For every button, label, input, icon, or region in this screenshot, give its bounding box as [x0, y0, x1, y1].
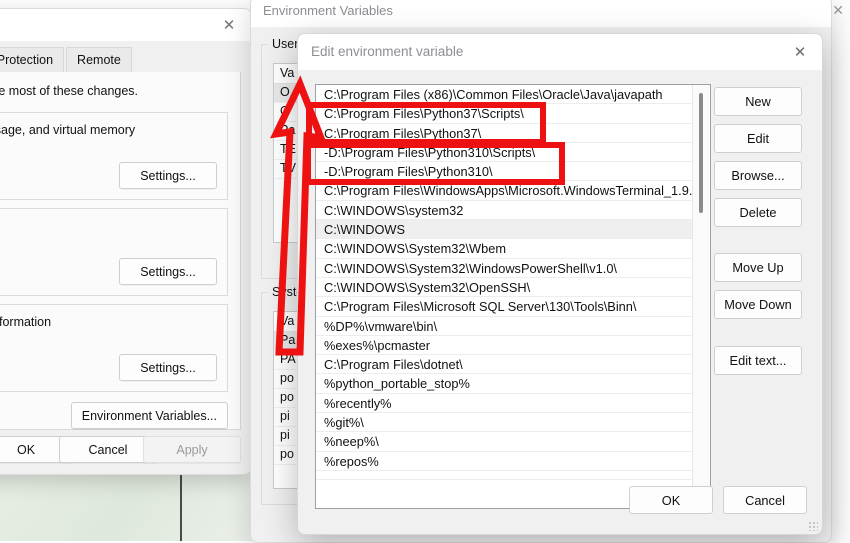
- edit-dialog-titlebar: Edit environment variable ✕: [298, 34, 822, 70]
- list-scrollbar[interactable]: [692, 85, 710, 508]
- close-icon[interactable]: ✕: [207, 9, 251, 41]
- apply-label: Apply: [176, 442, 208, 457]
- new-button[interactable]: New: [714, 87, 802, 116]
- startup-recovery-settings-label: Settings...: [140, 360, 196, 375]
- list-item[interactable]: -D:\Program Files\Python310\Scripts\: [316, 143, 710, 163]
- system-properties-window: ✕ Advanced System Protection Remote n Ad…: [0, 8, 252, 475]
- move-up-label: Move Up: [732, 260, 784, 275]
- tab-remote[interactable]: Remote: [66, 47, 132, 73]
- performance-description: heduling, memory usage, and virtual memo…: [0, 123, 136, 137]
- list-item[interactable]: C:\WINDOWS\system32: [316, 201, 710, 221]
- close-icon[interactable]: ✕: [778, 34, 822, 70]
- delete-button[interactable]: Delete: [714, 198, 802, 227]
- edit-text-button[interactable]: Edit text...: [714, 346, 802, 375]
- edit-dialog-title: Edit environment variable: [311, 44, 464, 59]
- move-down-label: Move Down: [724, 297, 792, 312]
- startup-recovery-description: re, and debugging information: [0, 315, 52, 329]
- list-item[interactable]: C:\Program Files\WindowsApps\Microsoft.W…: [316, 181, 710, 201]
- apply-button: Apply: [143, 436, 241, 463]
- browse-label: Browse...: [731, 168, 785, 183]
- list-item[interactable]: %recently%: [316, 394, 710, 414]
- list-item[interactable]: %neep%\: [316, 432, 710, 452]
- user-profiles-group: your sign-in Settings...: [0, 208, 228, 296]
- list-item[interactable]: %exes%\pcmaster: [316, 336, 710, 356]
- delete-label: Delete: [739, 205, 777, 220]
- browse-button[interactable]: Browse...: [714, 161, 802, 190]
- performance-settings-button[interactable]: Settings...: [119, 162, 217, 189]
- list-item[interactable]: C:\WINDOWS: [316, 220, 710, 240]
- resize-grip-icon[interactable]: [808, 521, 818, 531]
- list-item[interactable]: C:\Program Files\Python37\: [316, 124, 710, 143]
- user-profiles-settings-label: Settings...: [140, 264, 196, 279]
- list-item[interactable]: %python_portable_stop%: [316, 374, 710, 394]
- performance-settings-label: Settings...: [140, 168, 196, 183]
- list-item[interactable]: C:\Program Files\dotnet\: [316, 355, 710, 375]
- list-item[interactable]: -D:\Program Files\Python310\: [316, 162, 710, 182]
- dialog-cancel-button[interactable]: Cancel: [723, 486, 807, 514]
- dialog-ok-button[interactable]: OK: [629, 486, 713, 514]
- advanced-tab-panel: n Administrator to make most of these ch…: [0, 72, 241, 430]
- desktop-background: 163.0 163.0 163.0 163.0 163.0 ✕ ✕ Advanc…: [0, 0, 850, 543]
- edit-label: Edit: [746, 131, 770, 146]
- cancel-label: Cancel: [88, 442, 128, 457]
- environment-variables-titlebar: Environment Variables: [251, 0, 831, 27]
- list-item[interactable]: C:\WINDOWS\System32\WindowsPowerShell\v1…: [316, 259, 710, 278]
- edit-button[interactable]: Edit: [714, 124, 802, 153]
- ok-label: OK: [16, 442, 36, 457]
- list-item[interactable]: %repos%: [316, 452, 710, 471]
- list-item[interactable]: C:\WINDOWS\System32\OpenSSH\: [316, 278, 710, 298]
- list-item[interactable]: C:\Program Files (x86)\Common Files\Orac…: [316, 85, 710, 105]
- edit-text-label: Edit text...: [729, 353, 787, 368]
- system-properties-footer: OK Cancel Apply: [0, 436, 241, 466]
- startup-recovery-group: re, and debugging information Settings..…: [0, 304, 228, 392]
- close-icon[interactable]: ✕: [832, 2, 844, 19]
- dialog-cancel-label: Cancel: [745, 492, 785, 508]
- startup-recovery-settings-button[interactable]: Settings...: [119, 354, 217, 381]
- dialog-ok-label: OK: [661, 492, 681, 508]
- move-down-button[interactable]: Move Down: [714, 290, 802, 319]
- list-item[interactable]: C:\WINDOWS\System32\Wbem: [316, 239, 710, 259]
- environment-variables-title: Environment Variables: [263, 3, 393, 18]
- list-item[interactable]: C:\Program Files\Python37\Scripts\: [316, 104, 710, 124]
- list-item-partial[interactable]: [316, 471, 710, 480]
- performance-group: heduling, memory usage, and virtual memo…: [0, 112, 228, 200]
- edit-environment-variable-dialog: Edit environment variable ✕ C:\Program F…: [297, 33, 823, 535]
- environment-variables-label: Environment Variables...: [81, 408, 217, 423]
- list-item[interactable]: %DP%\vmware\bin\: [316, 317, 710, 336]
- list-item[interactable]: C:\Program Files\Microsoft SQL Server\13…: [316, 297, 710, 317]
- scrollbar-thumb[interactable]: [699, 93, 703, 213]
- path-entries-list[interactable]: C:\Program Files (x86)\Common Files\Orac…: [315, 84, 711, 509]
- move-up-button[interactable]: Move Up: [714, 253, 802, 282]
- list-item[interactable]: %git%\: [316, 413, 710, 433]
- new-label: New: [745, 94, 771, 109]
- user-profiles-settings-button[interactable]: Settings...: [119, 258, 217, 285]
- system-properties-tabs: Advanced System Protection Remote: [0, 47, 241, 74]
- admin-note: n Administrator to make most of these ch…: [0, 84, 139, 98]
- system-properties-titlebar: ✕: [0, 9, 251, 41]
- environment-variables-button[interactable]: Environment Variables...: [70, 402, 228, 429]
- tab-system-protection[interactable]: System Protection: [0, 47, 65, 73]
